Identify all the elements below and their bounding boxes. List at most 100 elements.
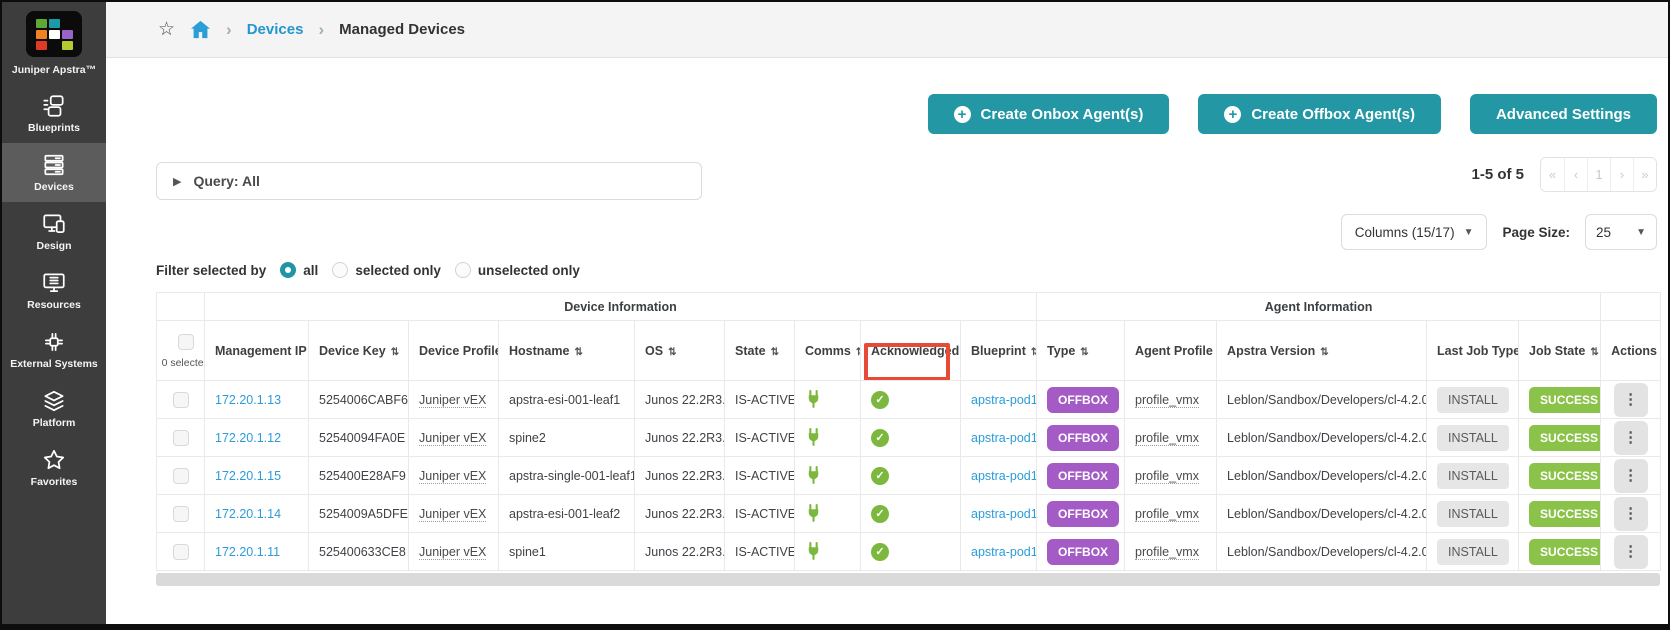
row-checkbox[interactable] bbox=[173, 544, 189, 560]
agent-profile-link[interactable]: profile_vmx bbox=[1135, 393, 1199, 408]
app-window: Juniper Apstra™ Blueprints Devices Desig… bbox=[0, 0, 1670, 630]
os-cell: Junos 22.2R3.15 bbox=[635, 381, 725, 419]
sidebar-nav: Blueprints Devices Design Resources bbox=[2, 84, 106, 497]
hostname-cell: spine2 bbox=[499, 419, 635, 457]
sidebar-item-resources[interactable]: Resources bbox=[2, 261, 106, 320]
row-actions-kebab-menu[interactable]: ⋮ bbox=[1614, 459, 1648, 493]
sidebar-item-label: Devices bbox=[32, 182, 76, 194]
management-ip-link[interactable]: 172.20.1.12 bbox=[215, 431, 281, 445]
col-header-type[interactable]: Type bbox=[1037, 321, 1125, 381]
row-actions-kebab-menu[interactable]: ⋮ bbox=[1614, 421, 1648, 455]
management-ip-link[interactable]: 172.20.1.14 bbox=[215, 507, 281, 521]
pagination-range: 1-5 of 5 bbox=[1471, 166, 1524, 183]
sidebar-item-blueprints[interactable]: Blueprints bbox=[2, 84, 106, 143]
last-job-type-badge: INSTALL bbox=[1437, 425, 1509, 451]
row-actions-kebab-menu[interactable]: ⋮ bbox=[1614, 383, 1648, 417]
sidebar-item-label: Platform bbox=[31, 418, 78, 430]
group-header-row: Device Information Agent Information bbox=[157, 293, 1661, 321]
sort-icon bbox=[1590, 347, 1598, 358]
type-badge: OFFBOX bbox=[1047, 501, 1119, 527]
agent-profile-link[interactable]: profile_vmx bbox=[1135, 507, 1199, 522]
col-header-comms[interactable]: Comms bbox=[795, 321, 861, 381]
sidebar-item-label: Resources bbox=[25, 300, 83, 312]
blueprint-link[interactable]: apstra-pod1 bbox=[971, 431, 1037, 445]
blueprint-link[interactable]: apstra-pod1 bbox=[971, 469, 1037, 483]
col-header-blueprint[interactable]: Blueprint bbox=[961, 321, 1037, 381]
device-profile-link[interactable]: Juniper vEX bbox=[419, 393, 486, 408]
management-ip-link[interactable]: 172.20.1.11 bbox=[215, 545, 280, 559]
favorite-star-icon[interactable]: ☆ bbox=[158, 20, 175, 39]
query-expander[interactable]: ▶ Query: All bbox=[156, 162, 702, 200]
create-offbox-agents-button[interactable]: + Create Offbox Agent(s) bbox=[1198, 94, 1441, 134]
filter-radio-all[interactable]: all bbox=[280, 262, 318, 278]
col-header-actions: Actions bbox=[1601, 321, 1661, 381]
create-onbox-agents-button[interactable]: + Create Onbox Agent(s) bbox=[928, 94, 1170, 134]
select-all-checkbox[interactable] bbox=[178, 334, 194, 350]
acknowledged-check-icon: ✓ bbox=[871, 467, 889, 485]
col-header-job-state[interactable]: Job State bbox=[1519, 321, 1601, 381]
home-icon[interactable] bbox=[190, 20, 211, 39]
blueprint-link[interactable]: apstra-pod1 bbox=[971, 545, 1037, 559]
device-profile-link[interactable]: Juniper vEX bbox=[419, 469, 486, 484]
col-header-management-ip[interactable]: Management IP bbox=[205, 321, 309, 381]
prev-page-button[interactable]: ‹ bbox=[1564, 158, 1587, 191]
management-ip-link[interactable]: 172.20.1.13 bbox=[215, 393, 281, 407]
next-page-button[interactable]: › bbox=[1610, 158, 1633, 191]
brand: Juniper Apstra™ bbox=[2, 2, 106, 84]
device-profile-link[interactable]: Juniper vEX bbox=[419, 545, 486, 560]
col-header-apstra-version[interactable]: Apstra Version bbox=[1217, 321, 1427, 381]
breadcrumb-devices-link[interactable]: Devices bbox=[247, 21, 304, 38]
job-state-badge: SUCCESS bbox=[1529, 425, 1601, 451]
filter-radio-unselected-only[interactable]: unselected only bbox=[455, 262, 580, 278]
agent-profile-link[interactable]: profile_vmx bbox=[1135, 545, 1199, 560]
col-header-device-profile[interactable]: Device Profile bbox=[409, 321, 499, 381]
filter-radio-selected-only[interactable]: selected only bbox=[332, 262, 441, 278]
radio-unselected-icon bbox=[332, 262, 348, 278]
blueprint-link[interactable]: apstra-pod1 bbox=[971, 507, 1037, 521]
device-profile-link[interactable]: Juniper vEX bbox=[419, 507, 486, 522]
horizontal-scrollbar[interactable] bbox=[156, 573, 1660, 586]
sidebar-item-devices[interactable]: Devices bbox=[2, 143, 106, 202]
row-actions-kebab-menu[interactable]: ⋮ bbox=[1614, 497, 1648, 531]
row-actions-kebab-menu[interactable]: ⋮ bbox=[1614, 535, 1648, 569]
col-header-os[interactable]: OS bbox=[635, 321, 725, 381]
page-number-button[interactable]: 1 bbox=[1587, 158, 1610, 191]
management-ip-link[interactable]: 172.20.1.15 bbox=[215, 469, 281, 483]
sidebar-item-design[interactable]: Design bbox=[2, 202, 106, 261]
page-size-select[interactable]: 25 ▼ bbox=[1585, 214, 1657, 250]
col-header-state[interactable]: State bbox=[725, 321, 795, 381]
table-row: 172.20.1.11 525400633CE8 Juniper vEX spi… bbox=[157, 533, 1661, 571]
caret-down-icon: ▼ bbox=[1636, 227, 1646, 238]
device-key-cell: 5254009A5DFE bbox=[309, 495, 409, 533]
group-header-device-information: Device Information bbox=[205, 293, 1037, 321]
sidebar-item-platform[interactable]: Platform bbox=[2, 379, 106, 438]
device-profile-link[interactable]: Juniper vEX bbox=[419, 431, 486, 446]
col-header-acknowledged[interactable]: Acknowledged? bbox=[861, 321, 961, 381]
col-header-agent-profile[interactable]: Agent Profile bbox=[1125, 321, 1217, 381]
sidebar-item-external-systems[interactable]: External Systems bbox=[2, 320, 106, 379]
advanced-settings-button[interactable]: Advanced Settings bbox=[1470, 94, 1657, 134]
button-label: Create Offbox Agent(s) bbox=[1251, 106, 1415, 123]
col-header-hostname[interactable]: Hostname bbox=[499, 321, 635, 381]
col-header-last-job-type[interactable]: Last Job Type bbox=[1427, 321, 1519, 381]
device-key-cell: 5254006CABF6 bbox=[309, 381, 409, 419]
first-page-button[interactable]: « bbox=[1541, 158, 1564, 191]
state-cell: IS-ACTIVE bbox=[725, 381, 795, 419]
selected-count: 0 selected bbox=[162, 357, 205, 369]
columns-dropdown[interactable]: Columns (15/17) ▼ bbox=[1341, 214, 1488, 250]
row-checkbox[interactable] bbox=[173, 430, 189, 446]
col-header-device-key[interactable]: Device Key bbox=[309, 321, 409, 381]
devices-table: Device Information Agent Information 0 s… bbox=[156, 292, 1660, 586]
last-page-button[interactable]: » bbox=[1633, 158, 1656, 191]
hostname-cell: apstra-esi-001-leaf2 bbox=[499, 495, 635, 533]
job-state-badge: SUCCESS bbox=[1529, 501, 1601, 527]
row-checkbox[interactable] bbox=[173, 468, 189, 484]
row-checkbox[interactable] bbox=[173, 506, 189, 522]
apstra-version-cell: Leblon/Sandbox/Developers/cl-4.2.0.1 bbox=[1217, 419, 1427, 457]
row-checkbox[interactable] bbox=[173, 392, 189, 408]
sidebar-item-favorites[interactable]: Favorites bbox=[2, 438, 106, 497]
blueprint-link[interactable]: apstra-pod1 bbox=[971, 393, 1037, 407]
agent-profile-link[interactable]: profile_vmx bbox=[1135, 469, 1199, 484]
sidebar-item-label: Blueprints bbox=[26, 123, 82, 135]
agent-profile-link[interactable]: profile_vmx bbox=[1135, 431, 1199, 446]
